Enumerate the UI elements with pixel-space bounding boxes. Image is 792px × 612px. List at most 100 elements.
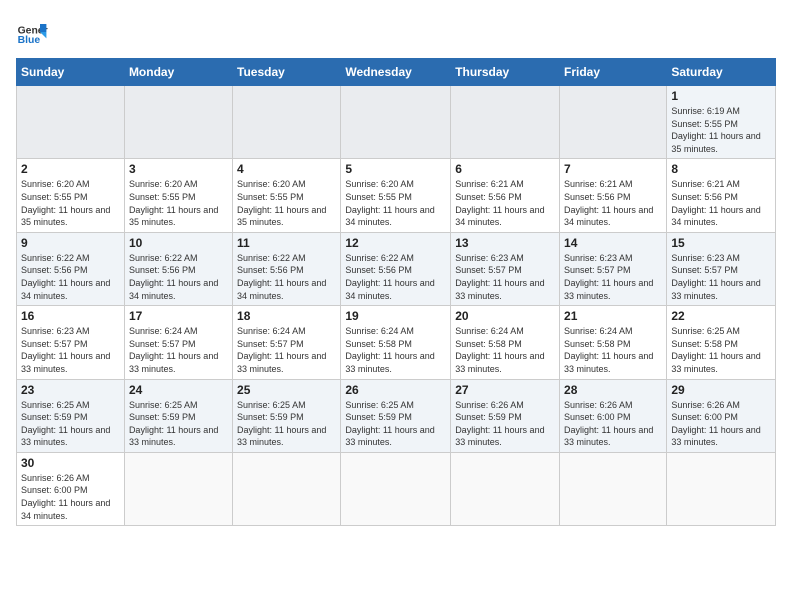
weekday-header-tuesday: Tuesday [233,59,341,86]
week-row-4: 16 Sunrise: 6:23 AM Sunset: 5:57 PM Dayli… [17,306,776,379]
day-number: 28 [564,383,662,397]
day-number: 5 [345,162,446,176]
calendar-cell: 9 Sunrise: 6:22 AM Sunset: 5:56 PM Daylig… [17,232,125,305]
day-info: Sunrise: 6:25 AM Sunset: 5:59 PM Dayligh… [237,399,336,449]
day-info: Sunrise: 6:22 AM Sunset: 5:56 PM Dayligh… [345,252,446,302]
day-info: Sunrise: 6:26 AM Sunset: 6:00 PM Dayligh… [564,399,662,449]
day-number: 24 [129,383,228,397]
day-info: Sunrise: 6:20 AM Sunset: 5:55 PM Dayligh… [21,178,120,228]
calendar-cell: 2 Sunrise: 6:20 AM Sunset: 5:55 PM Daylig… [17,159,125,232]
logo-icon: General Blue [16,16,48,48]
day-number: 2 [21,162,120,176]
svg-text:Blue: Blue [18,35,41,46]
day-number: 12 [345,236,446,250]
day-number: 27 [455,383,555,397]
calendar-cell [560,86,667,159]
week-row-6: 30Sunrise: 6:26 AM Sunset: 6:00 PM Dayli… [17,452,776,525]
day-info: Sunrise: 6:22 AM Sunset: 5:56 PM Dayligh… [21,252,120,302]
day-number: 1 [671,89,771,103]
calendar-cell: 6 Sunrise: 6:21 AM Sunset: 5:56 PM Daylig… [451,159,560,232]
calendar-cell: 25 Sunrise: 6:25 AM Sunset: 5:59 PM Dayli… [233,379,341,452]
week-row-1: 1 Sunrise: 6:19 AM Sunset: 5:55 PM Daylig… [17,86,776,159]
calendar-cell: 13 Sunrise: 6:23 AM Sunset: 5:57 PM Dayli… [451,232,560,305]
calendar-table: SundayMondayTuesdayWednesdayThursdayFrid… [16,58,776,526]
day-number: 7 [564,162,662,176]
day-info: Sunrise: 6:24 AM Sunset: 5:57 PM Dayligh… [237,325,336,375]
day-info: Sunrise: 6:26 AM Sunset: 5:59 PM Dayligh… [455,399,555,449]
calendar-cell [17,86,125,159]
day-number: 9 [21,236,120,250]
weekday-header-saturday: Saturday [667,59,776,86]
calendar-cell: 18 Sunrise: 6:24 AM Sunset: 5:57 PM Dayli… [233,306,341,379]
calendar-cell: 23Sunrise: 6:25 AM Sunset: 5:59 PM Dayli… [17,379,125,452]
day-number: 13 [455,236,555,250]
day-info: Sunrise: 6:24 AM Sunset: 5:58 PM Dayligh… [564,325,662,375]
day-number: 18 [237,309,336,323]
day-number: 26 [345,383,446,397]
calendar-cell [233,86,341,159]
week-row-2: 2 Sunrise: 6:20 AM Sunset: 5:55 PM Daylig… [17,159,776,232]
calendar-cell: 3Sunrise: 6:20 AM Sunset: 5:55 PM Daylig… [124,159,232,232]
calendar-cell: 4Sunrise: 6:20 AM Sunset: 5:55 PM Daylig… [233,159,341,232]
weekday-header-thursday: Thursday [451,59,560,86]
day-number: 3 [129,162,228,176]
calendar-cell [667,452,776,525]
calendar-cell [124,452,232,525]
day-number: 15 [671,236,771,250]
day-number: 4 [237,162,336,176]
calendar-cell: 17 Sunrise: 6:24 AM Sunset: 5:57 PM Dayli… [124,306,232,379]
day-number: 10 [129,236,228,250]
calendar-cell: 20Sunrise: 6:24 AM Sunset: 5:58 PM Dayli… [451,306,560,379]
day-info: Sunrise: 6:22 AM Sunset: 5:56 PM Dayligh… [129,252,228,302]
calendar-cell: 19Sunrise: 6:24 AM Sunset: 5:58 PM Dayli… [341,306,451,379]
logo: General Blue [16,16,48,48]
day-info: Sunrise: 6:23 AM Sunset: 5:57 PM Dayligh… [671,252,771,302]
day-number: 17 [129,309,228,323]
week-row-3: 9 Sunrise: 6:22 AM Sunset: 5:56 PM Daylig… [17,232,776,305]
calendar-cell: 28 Sunrise: 6:26 AM Sunset: 6:00 PM Dayli… [560,379,667,452]
day-info: Sunrise: 6:19 AM Sunset: 5:55 PM Dayligh… [671,105,771,155]
calendar-cell: 1 Sunrise: 6:19 AM Sunset: 5:55 PM Daylig… [667,86,776,159]
calendar-cell [233,452,341,525]
day-info: Sunrise: 6:21 AM Sunset: 5:56 PM Dayligh… [671,178,771,228]
day-number: 20 [455,309,555,323]
day-number: 6 [455,162,555,176]
weekday-header-sunday: Sunday [17,59,125,86]
day-info: Sunrise: 6:24 AM Sunset: 5:58 PM Dayligh… [345,325,446,375]
calendar-cell: 30Sunrise: 6:26 AM Sunset: 6:00 PM Dayli… [17,452,125,525]
day-info: Sunrise: 6:21 AM Sunset: 5:56 PM Dayligh… [564,178,662,228]
calendar-cell: 11Sunrise: 6:22 AM Sunset: 5:56 PM Dayli… [233,232,341,305]
day-number: 14 [564,236,662,250]
calendar-cell: 16 Sunrise: 6:23 AM Sunset: 5:57 PM Dayli… [17,306,125,379]
day-info: Sunrise: 6:22 AM Sunset: 5:56 PM Dayligh… [237,252,336,302]
day-info: Sunrise: 6:26 AM Sunset: 6:00 PM Dayligh… [21,472,120,522]
weekday-header-wednesday: Wednesday [341,59,451,86]
calendar-cell [341,86,451,159]
calendar-cell: 7 Sunrise: 6:21 AM Sunset: 5:56 PM Daylig… [560,159,667,232]
day-info: Sunrise: 6:24 AM Sunset: 5:57 PM Dayligh… [129,325,228,375]
calendar-cell: 12 Sunrise: 6:22 AM Sunset: 5:56 PM Dayli… [341,232,451,305]
calendar-cell [341,452,451,525]
day-info: Sunrise: 6:21 AM Sunset: 5:56 PM Dayligh… [455,178,555,228]
calendar-cell [451,86,560,159]
day-number: 25 [237,383,336,397]
calendar-cell: 21Sunrise: 6:24 AM Sunset: 5:58 PM Dayli… [560,306,667,379]
calendar-cell [124,86,232,159]
day-info: Sunrise: 6:23 AM Sunset: 5:57 PM Dayligh… [21,325,120,375]
week-row-5: 23Sunrise: 6:25 AM Sunset: 5:59 PM Dayli… [17,379,776,452]
calendar-cell: 15 Sunrise: 6:23 AM Sunset: 5:57 PM Dayli… [667,232,776,305]
day-info: Sunrise: 6:23 AM Sunset: 5:57 PM Dayligh… [455,252,555,302]
calendar-cell: 5Sunrise: 6:20 AM Sunset: 5:55 PM Daylig… [341,159,451,232]
day-number: 22 [671,309,771,323]
day-info: Sunrise: 6:25 AM Sunset: 5:59 PM Dayligh… [345,399,446,449]
calendar-cell: 8Sunrise: 6:21 AM Sunset: 5:56 PM Daylig… [667,159,776,232]
calendar-cell: 26 Sunrise: 6:25 AM Sunset: 5:59 PM Dayli… [341,379,451,452]
calendar-cell [560,452,667,525]
calendar-cell: 24 Sunrise: 6:25 AM Sunset: 5:59 PM Dayli… [124,379,232,452]
calendar-cell: 27 Sunrise: 6:26 AM Sunset: 5:59 PM Dayli… [451,379,560,452]
day-number: 16 [21,309,120,323]
calendar-cell [451,452,560,525]
day-info: Sunrise: 6:25 AM Sunset: 5:59 PM Dayligh… [129,399,228,449]
day-info: Sunrise: 6:25 AM Sunset: 5:59 PM Dayligh… [21,399,120,449]
day-info: Sunrise: 6:23 AM Sunset: 5:57 PM Dayligh… [564,252,662,302]
